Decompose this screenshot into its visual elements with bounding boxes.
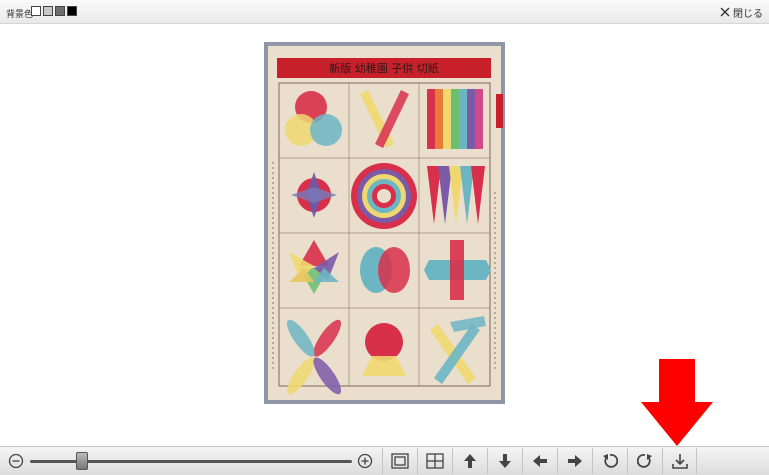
move-right-button[interactable]: [557, 448, 591, 474]
rotate-right-icon: [636, 454, 652, 468]
arrow-left-icon: [532, 455, 547, 467]
fit-page-icon: [390, 453, 409, 469]
fit-width-button[interactable]: [417, 448, 451, 474]
swatch-white[interactable]: [31, 6, 41, 16]
rotate-left-button[interactable]: [592, 448, 626, 474]
rotate-right-button[interactable]: [627, 448, 661, 474]
zoom-out-icon[interactable]: [8, 453, 24, 469]
rotate-left-icon: [602, 454, 618, 468]
zoom-in-icon[interactable]: [357, 453, 373, 469]
woodblock-print-image: 新版 幼稚園 子供 切紙: [264, 42, 505, 404]
zoom-slider-thumb[interactable]: [75, 452, 88, 470]
top-bar: 背景色 閉じる: [0, 0, 769, 24]
swatch-black[interactable]: [67, 6, 77, 16]
move-up-button[interactable]: [452, 448, 486, 474]
bottom-toolbar: [0, 446, 769, 475]
swatch-light-gray[interactable]: [43, 6, 53, 16]
arrow-down-icon: [498, 454, 511, 468]
close-label: 閉じる: [733, 8, 763, 20]
swatch-dark-gray[interactable]: [55, 6, 65, 16]
fit-width-icon: [425, 453, 444, 469]
print-title-text: 新版 幼稚園 子供 切紙: [329, 61, 439, 75]
arrow-up-icon: [463, 454, 476, 468]
download-button[interactable]: [662, 448, 697, 474]
red-arrow-annotation-icon: [641, 359, 713, 446]
download-icon: [671, 454, 688, 469]
background-color-label: 背景色: [6, 10, 34, 20]
arrow-right-icon: [567, 455, 582, 467]
close-icon: [720, 7, 730, 17]
close-button[interactable]: 閉じる: [720, 4, 763, 20]
move-left-button[interactable]: [522, 448, 556, 474]
fit-page-button[interactable]: [382, 448, 416, 474]
move-down-button[interactable]: [487, 448, 521, 474]
